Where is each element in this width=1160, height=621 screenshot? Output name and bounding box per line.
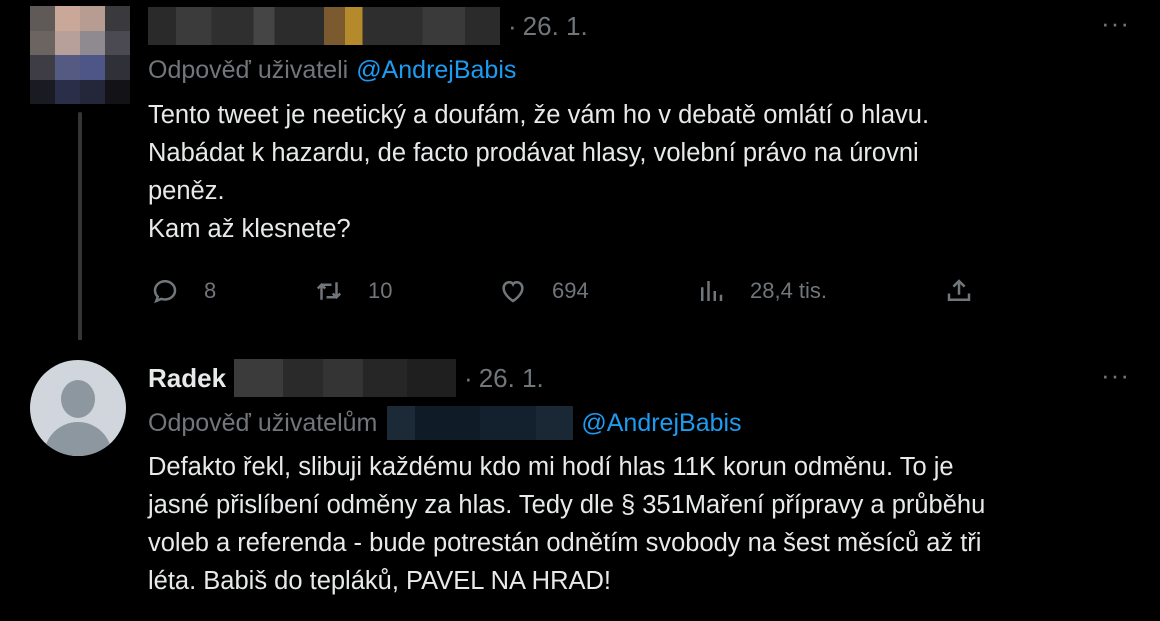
tweet-text-line: Kam až klesnete? [148, 215, 351, 243]
tweet-header: · 26. 1. [148, 6, 588, 46]
reply-prefix: Odpověď uživateli [148, 56, 349, 84]
like-icon [502, 280, 524, 303]
tweet-date[interactable]: 26. 1. [479, 363, 544, 394]
tweet-text: Defakto řekl, slibuji každému kdo mi hod… [148, 448, 1128, 600]
retweet-icon [316, 282, 342, 300]
thread-line [78, 112, 82, 352]
tweet-header: Radek · 26. 1. [148, 358, 544, 398]
tweet-text-line: Nabádat k hazardu, de facto prodávat hla… [148, 139, 919, 167]
tweet-text: Tento tweet je neetický a doufám, že vám… [148, 96, 1128, 248]
tweet-text-line: Tento tweet je neetický a doufám, že vám… [148, 101, 930, 129]
display-name[interactable]: Radek [148, 363, 226, 394]
like-button[interactable]: 694 [498, 276, 589, 306]
like-count: 694 [552, 278, 589, 303]
redacted-username [148, 7, 500, 45]
redacted-surname [234, 359, 457, 397]
reply-button[interactable]: 8 [150, 276, 216, 306]
tweet-1[interactable]: · 26. 1. ··· Odpověď uživateli @AndrejBa… [0, 0, 1160, 352]
views-icon [701, 281, 723, 301]
reply-count: 8 [204, 278, 217, 303]
more-options-icon[interactable]: ··· [1101, 360, 1130, 391]
reply-icon [153, 279, 177, 304]
retweet-button[interactable]: 10 [314, 276, 392, 306]
tweet-text-line: Defakto řekl, slibuji každému kdo mi hod… [148, 453, 954, 481]
avatar-default[interactable] [30, 360, 126, 456]
views-count: 28,4 tis. [750, 278, 828, 303]
tweet-text-line: léta. Babiš do tepláků, PAVEL NA HRAD! [148, 567, 612, 595]
share-button[interactable] [944, 276, 974, 306]
more-options-icon[interactable]: ··· [1101, 8, 1130, 39]
mention-link[interactable]: @AndrejBabis [581, 409, 741, 438]
mention-link[interactable]: @AndrejBabis [356, 56, 516, 85]
share-icon [947, 279, 971, 301]
reply-context: Odpověď uživatelům @AndrejBabis [148, 406, 742, 440]
tweet-text-line: voleb a referenda - bude potrestán odnět… [148, 529, 982, 557]
tweet-text-line: peněz. [148, 177, 225, 205]
tweet-date[interactable]: 26. 1. [523, 11, 588, 42]
redacted-mention [387, 406, 574, 440]
retweet-count: 10 [368, 278, 393, 303]
reply-prefix: Odpověď uživatelům [148, 408, 378, 437]
reply-context: Odpověď uživateli @AndrejBabis [148, 56, 516, 85]
tweet-text-line: jasné přislíbení odměny za hlas. Tedy dl… [148, 491, 986, 519]
views-button[interactable]: 28,4 tis. [696, 276, 827, 306]
tweet-2[interactable]: Radek · 26. 1. ··· Odpověď uživatelům @A… [0, 340, 1160, 621]
tweet-actions: 8 10 694 28,4 tis. [148, 276, 988, 314]
avatar-pixelated[interactable] [30, 6, 130, 104]
